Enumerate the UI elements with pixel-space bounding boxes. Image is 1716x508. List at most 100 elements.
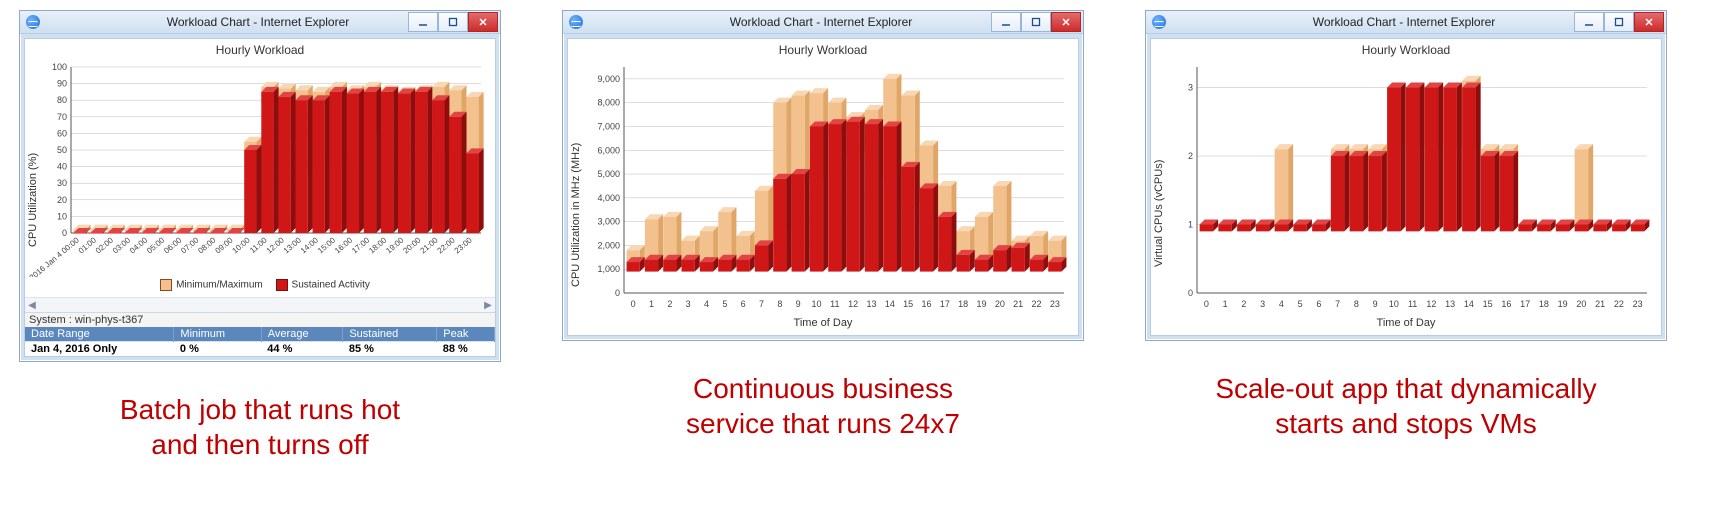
- svg-text:09:00: 09:00: [213, 235, 235, 255]
- svg-text:04:00: 04:00: [128, 235, 150, 255]
- system-strip: System : win-phys-t367: [25, 312, 495, 327]
- cell-sustained: 85 %: [343, 342, 437, 357]
- svg-text:23: 23: [1633, 299, 1643, 309]
- svg-text:22: 22: [1031, 299, 1041, 309]
- svg-text:4: 4: [1279, 299, 1284, 309]
- y-axis-label-1: CPU Utilization (%): [27, 87, 39, 247]
- svg-text:50: 50: [57, 145, 67, 155]
- svg-text:14: 14: [885, 299, 895, 309]
- svg-text:8,000: 8,000: [597, 98, 620, 108]
- svg-text:15:00: 15:00: [316, 235, 338, 255]
- svg-text:7,000: 7,000: [597, 121, 620, 131]
- horizontal-scrollbar[interactable]: ◀▶: [25, 297, 495, 312]
- svg-text:4: 4: [704, 299, 709, 309]
- svg-text:3: 3: [1260, 299, 1265, 309]
- svg-text:17: 17: [1520, 299, 1530, 309]
- svg-text:23: 23: [1050, 299, 1060, 309]
- system-label: System :: [29, 314, 72, 326]
- svg-text:0: 0: [631, 299, 636, 309]
- svg-text:9: 9: [796, 299, 801, 309]
- svg-text:16:00: 16:00: [333, 235, 355, 255]
- svg-text:22: 22: [1614, 299, 1624, 309]
- svg-text:17:00: 17:00: [350, 235, 372, 255]
- close-button[interactable]: [468, 12, 498, 32]
- svg-text:80: 80: [57, 95, 67, 105]
- minimize-button[interactable]: [991, 12, 1021, 32]
- svg-text:8: 8: [777, 299, 782, 309]
- svg-text:11:00: 11:00: [248, 235, 269, 255]
- svg-text:21: 21: [1013, 299, 1023, 309]
- maximize-button[interactable]: [438, 12, 468, 32]
- svg-text:7: 7: [1335, 299, 1340, 309]
- svg-text:2: 2: [667, 299, 672, 309]
- svg-text:13: 13: [866, 299, 876, 309]
- caption-1: Batch job that runs hotand then turns of…: [90, 392, 430, 462]
- scroll-left-icon[interactable]: ◀: [25, 300, 39, 311]
- stats-table: Date Range Minimum Average Sustained Pea…: [25, 327, 495, 356]
- svg-text:1: 1: [1188, 220, 1193, 230]
- svg-text:20: 20: [995, 299, 1005, 309]
- svg-text:0: 0: [62, 228, 67, 238]
- svg-text:2,000: 2,000: [597, 240, 620, 250]
- svg-text:19:00: 19:00: [384, 235, 406, 255]
- caption-3: Scale-out app that dynamicallystarts and…: [1185, 371, 1626, 441]
- system-value: win-phys-t367: [75, 314, 143, 326]
- titlebar-3[interactable]: Workload Chart - Internet Explorer: [1146, 11, 1666, 34]
- window-3: Workload Chart - Internet Explorer Hourl…: [1145, 10, 1667, 341]
- svg-text:0: 0: [1188, 288, 1193, 298]
- legend-label-sustained: Sustained Activity: [292, 280, 370, 291]
- chart-1: 01020304050607080901002016 Jan 4 00:0001…: [25, 57, 491, 277]
- col-date-range: Date Range: [25, 327, 174, 342]
- cell-minimum: 0 %: [174, 342, 261, 357]
- svg-text:0: 0: [1204, 299, 1209, 309]
- svg-text:12: 12: [848, 299, 858, 309]
- minimize-button[interactable]: [408, 12, 438, 32]
- svg-text:5: 5: [1298, 299, 1303, 309]
- close-button[interactable]: [1634, 12, 1664, 32]
- svg-text:14:00: 14:00: [299, 235, 321, 255]
- svg-text:13:00: 13:00: [282, 235, 304, 255]
- svg-text:4,000: 4,000: [597, 193, 620, 203]
- svg-text:10: 10: [811, 299, 821, 309]
- svg-text:100: 100: [52, 62, 67, 72]
- titlebar-1[interactable]: Workload Chart - Internet Explorer: [20, 11, 500, 34]
- legend-swatch-minmax: [160, 279, 172, 291]
- chart-title-2: Hourly Workload: [568, 39, 1078, 57]
- svg-text:17: 17: [940, 299, 950, 309]
- maximize-button[interactable]: [1604, 12, 1634, 32]
- svg-text:3,000: 3,000: [597, 217, 620, 227]
- svg-text:16: 16: [921, 299, 931, 309]
- svg-text:12: 12: [1426, 299, 1436, 309]
- minimize-button[interactable]: [1574, 12, 1604, 32]
- scroll-right-icon[interactable]: ▶: [481, 300, 495, 311]
- svg-text:19: 19: [976, 299, 986, 309]
- svg-text:23:00: 23:00: [453, 235, 475, 255]
- svg-text:8: 8: [1354, 299, 1359, 309]
- svg-text:01:00: 01:00: [77, 235, 99, 255]
- svg-text:16: 16: [1501, 299, 1511, 309]
- col-minimum: Minimum: [174, 327, 261, 342]
- y-axis-label-3: Virtual CPUs (vCPUs): [1153, 107, 1165, 267]
- svg-text:3: 3: [1188, 83, 1193, 93]
- maximize-button[interactable]: [1021, 12, 1051, 32]
- svg-text:11: 11: [1408, 299, 1417, 309]
- titlebar-2[interactable]: Workload Chart - Internet Explorer: [563, 11, 1083, 34]
- window-2: Workload Chart - Internet Explorer Hourl…: [562, 10, 1084, 341]
- svg-text:10: 10: [57, 211, 67, 221]
- svg-text:15: 15: [1483, 299, 1493, 309]
- ie-icon: [1152, 15, 1166, 29]
- svg-text:6: 6: [1316, 299, 1321, 309]
- svg-text:2: 2: [1241, 299, 1246, 309]
- x-axis-label-3: Time of Day: [1151, 317, 1661, 335]
- svg-text:18: 18: [958, 299, 968, 309]
- svg-text:30: 30: [57, 178, 67, 188]
- svg-text:06:00: 06:00: [162, 235, 184, 255]
- legend-swatch-sustained: [276, 279, 288, 291]
- x-axis-label-2: Time of Day: [568, 317, 1078, 335]
- close-button[interactable]: [1051, 12, 1081, 32]
- svg-text:11: 11: [830, 299, 839, 309]
- cell-date-range: Jan 4, 2016 Only: [25, 342, 174, 357]
- cell-average: 44 %: [261, 342, 343, 357]
- svg-text:18:00: 18:00: [367, 235, 389, 255]
- svg-text:22:00: 22:00: [436, 235, 458, 255]
